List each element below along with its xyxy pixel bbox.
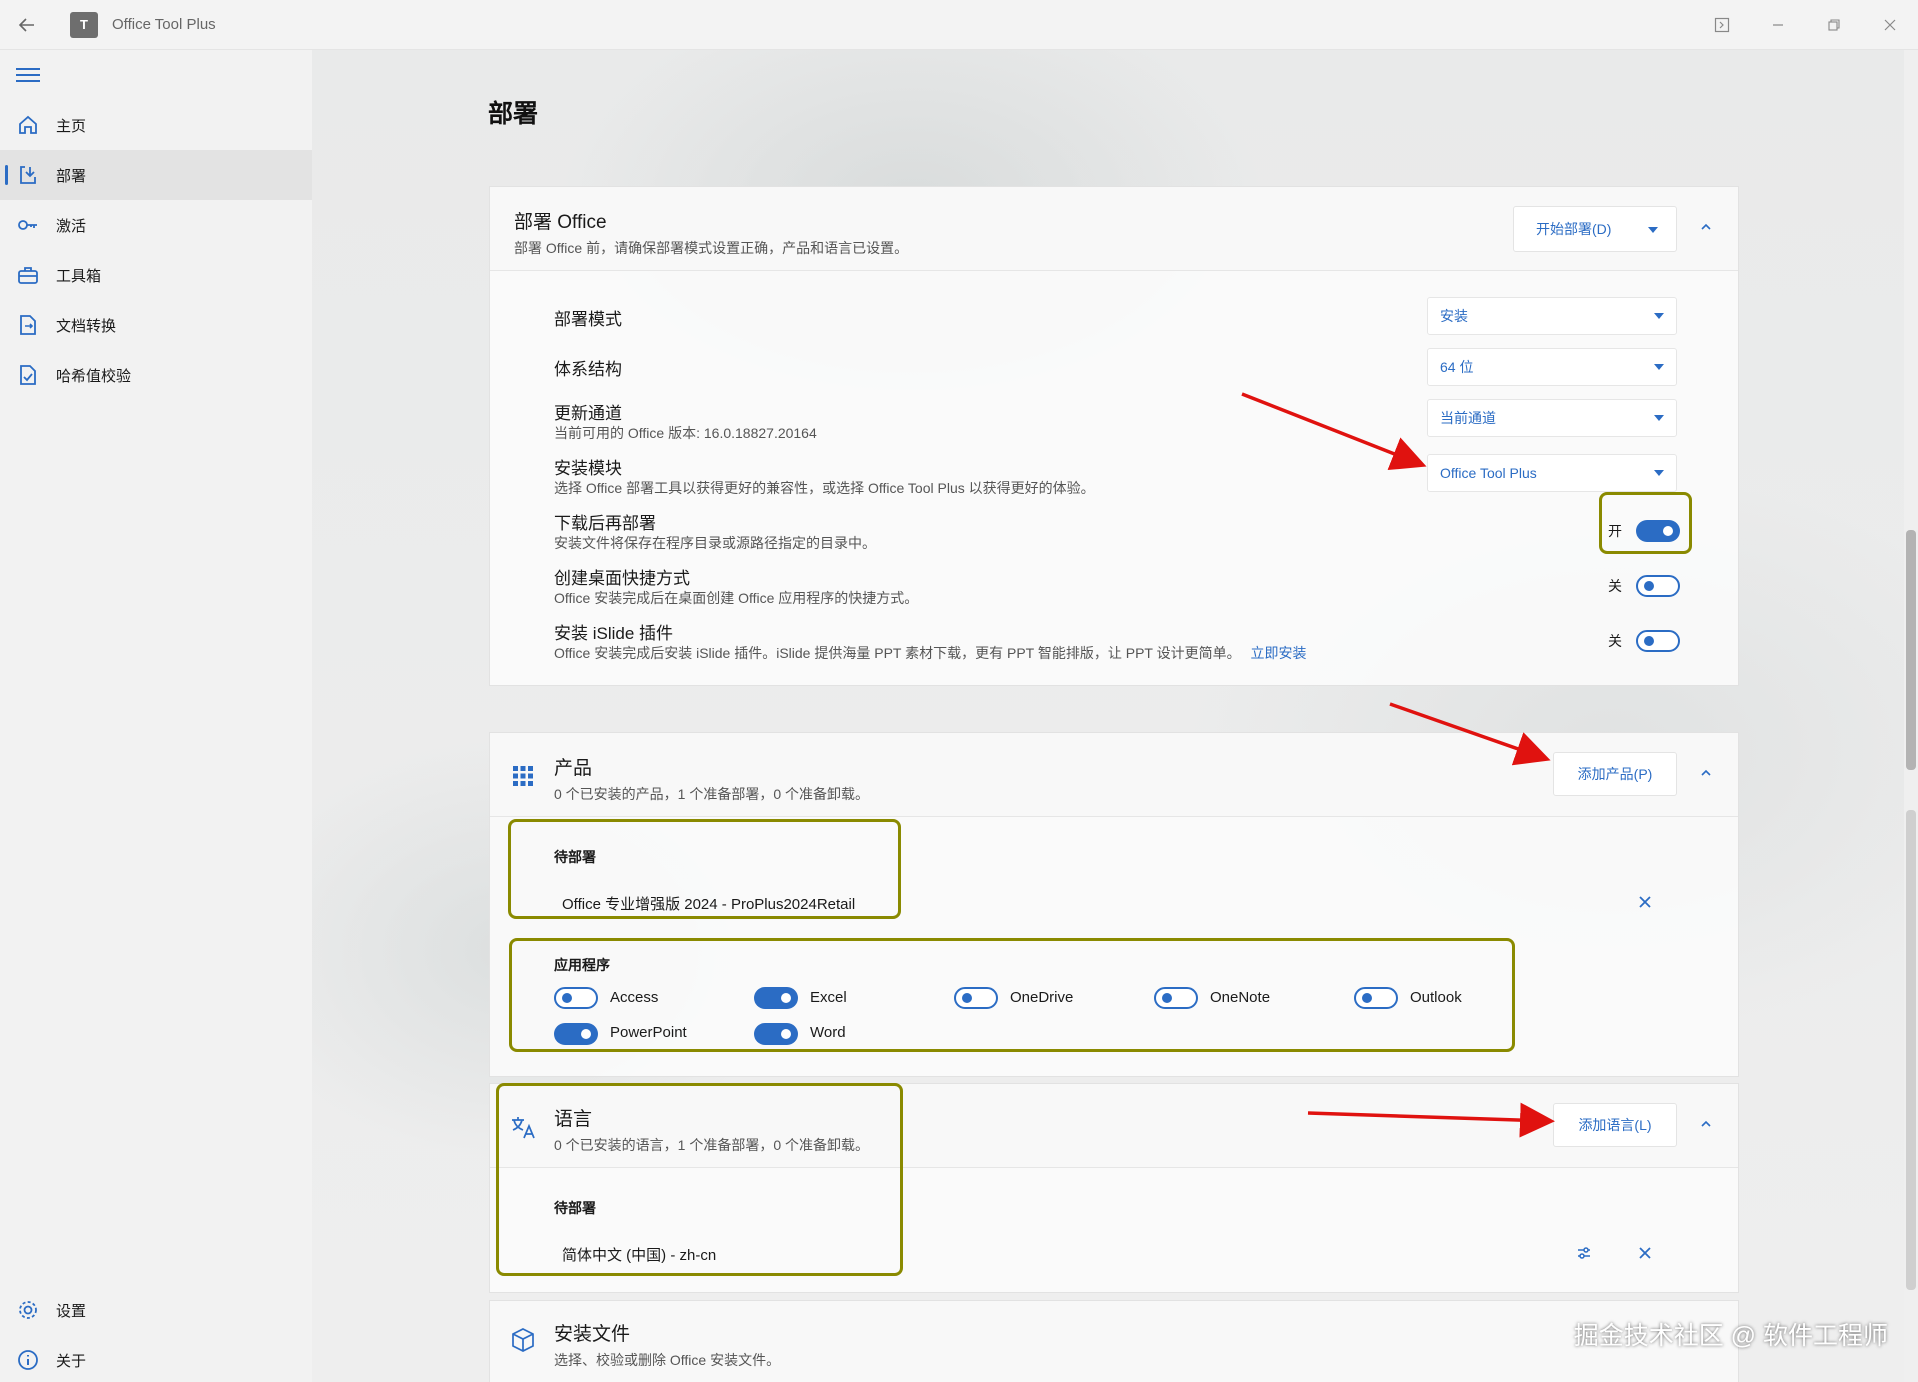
arrow-to-install-module — [1241, 392, 1427, 471]
scrollbar-thumb[interactable] — [1906, 530, 1916, 770]
arrow-to-add-product — [1389, 702, 1551, 766]
arrow-to-add-language — [1307, 1102, 1555, 1138]
annotation-arrows — [1241, 392, 1555, 1138]
watermark-text: 掘金技术社区 @ 软件工程师 — [1573, 1322, 1888, 1350]
scrollbar-track-segment — [1906, 810, 1916, 1290]
main-scrollbar[interactable] — [1904, 50, 1918, 1382]
